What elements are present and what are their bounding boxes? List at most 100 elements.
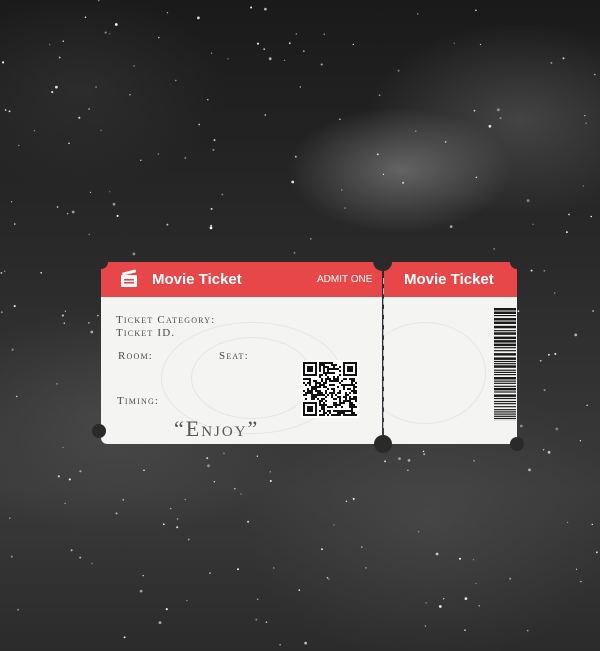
star (566, 521, 569, 524)
star (209, 226, 213, 230)
star (250, 6, 253, 9)
star (526, 199, 530, 203)
star (223, 452, 225, 455)
star (382, 173, 385, 176)
star (210, 224, 213, 227)
star (328, 578, 330, 580)
star (56, 382, 58, 385)
star (90, 330, 94, 334)
star (326, 576, 329, 579)
star (237, 568, 239, 571)
star (574, 333, 578, 337)
star (341, 189, 343, 191)
star (279, 644, 281, 646)
star (140, 159, 142, 162)
ticket-notch-left (92, 424, 106, 438)
star (112, 202, 116, 206)
star (104, 31, 107, 34)
star (532, 223, 534, 226)
star (488, 124, 492, 128)
star (108, 191, 111, 193)
star (175, 79, 177, 82)
star (415, 130, 417, 132)
ticket-icon (121, 269, 137, 287)
star (9, 517, 11, 519)
star (122, 498, 125, 501)
star (407, 469, 409, 472)
star (550, 61, 553, 64)
star (321, 548, 323, 551)
ticket-category-label: Ticket Category: (116, 314, 216, 326)
star (499, 117, 502, 120)
star (422, 450, 425, 453)
star (580, 580, 582, 583)
star (158, 621, 162, 624)
star (528, 468, 531, 472)
star (344, 207, 346, 209)
star (586, 404, 588, 407)
star (424, 625, 427, 627)
star (478, 605, 480, 607)
star (209, 572, 211, 574)
star (143, 469, 145, 472)
star (0, 311, 3, 314)
enjoy-text: “Enjoy” (174, 416, 260, 441)
star (62, 40, 65, 42)
star (333, 524, 335, 526)
star (170, 507, 172, 510)
ticket-notch-right-bottom (510, 437, 524, 451)
barcode-icon (494, 308, 516, 421)
star (198, 123, 200, 126)
star (133, 65, 135, 67)
star (575, 568, 578, 570)
star (449, 225, 453, 229)
star (123, 636, 126, 639)
star (593, 73, 596, 76)
star (132, 252, 136, 256)
star (184, 157, 187, 159)
movie-ticket: Movie Ticket ADMIT ONE Ticket Category: … (92, 253, 524, 453)
ticket-notch-left-top (94, 255, 108, 269)
star (453, 42, 456, 45)
star (582, 185, 585, 187)
star (48, 43, 51, 46)
star (402, 181, 405, 184)
star (197, 16, 200, 20)
star (227, 58, 229, 60)
star (213, 480, 216, 483)
star (352, 43, 354, 46)
ticket-notch-top (374, 253, 392, 271)
room-label: Room: (118, 350, 154, 362)
star (543, 389, 546, 392)
star (417, 530, 420, 533)
star (176, 526, 179, 529)
star (114, 23, 118, 26)
star (184, 498, 186, 501)
star (596, 551, 598, 554)
star (475, 176, 478, 178)
star (264, 7, 267, 11)
star (79, 470, 82, 473)
star (255, 618, 258, 621)
star (176, 518, 179, 520)
star (553, 292, 556, 294)
star (88, 233, 90, 236)
star (62, 446, 64, 449)
stub-title: Movie Ticket (404, 271, 494, 288)
star (210, 52, 213, 54)
star (562, 57, 565, 60)
star (320, 63, 323, 66)
star (100, 129, 102, 132)
star (40, 271, 43, 274)
star (473, 459, 475, 462)
star (304, 641, 307, 645)
star (269, 471, 271, 473)
star (473, 109, 476, 112)
star (519, 424, 523, 428)
star (268, 57, 272, 61)
ticket-title: Movie Ticket (152, 271, 242, 288)
star (97, 314, 99, 317)
star (162, 523, 165, 526)
star (384, 460, 387, 463)
star (10, 201, 13, 203)
